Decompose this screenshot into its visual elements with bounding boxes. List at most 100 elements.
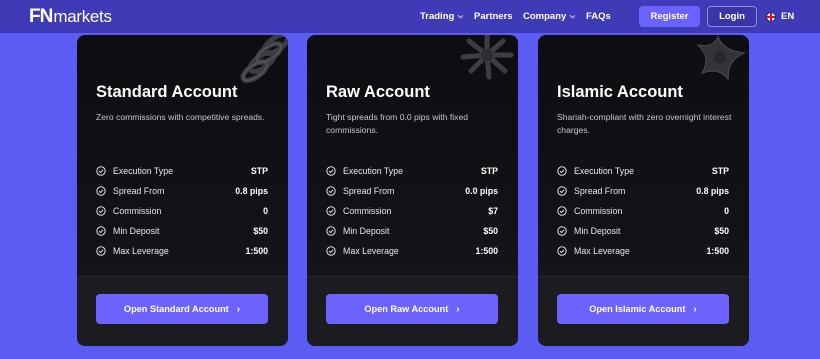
feature-value: STP xyxy=(250,166,268,176)
feature-label: Execution Type xyxy=(113,166,173,176)
feature-label: Commission xyxy=(343,206,392,216)
feature-label: Execution Type xyxy=(343,166,403,176)
chevron-down-icon xyxy=(456,12,465,21)
feature-list: Execution Type STP Spread From 0.0 pips … xyxy=(326,161,498,261)
check-circle-icon xyxy=(557,226,567,236)
card-description: Zero commissions with competitive spread… xyxy=(96,112,265,122)
feature-label: Commission xyxy=(574,206,623,216)
open-islamic-account-button[interactable]: Open Islamic Account › xyxy=(557,294,729,324)
card-body: Standard Account Zero commissions with c… xyxy=(77,35,288,276)
feature-row: Min Deposit $50 xyxy=(326,221,498,241)
nav-partners-label: Partners xyxy=(474,11,513,22)
chevron-down-icon xyxy=(568,12,577,21)
card-description: Tight spreads from 0.0 pips with fixed c… xyxy=(326,112,469,135)
check-circle-icon xyxy=(96,226,106,236)
check-circle-icon xyxy=(326,226,336,236)
feature-value: 0.8 pips xyxy=(696,186,729,196)
feature-value: STP xyxy=(480,166,498,176)
feature-value: $50 xyxy=(483,226,498,236)
feature-row: Execution Type STP xyxy=(96,161,268,181)
feature-label: Spread From xyxy=(343,186,395,196)
feature-label: Commission xyxy=(113,206,162,216)
language-selector[interactable]: EN xyxy=(766,0,794,33)
feature-value: 1:500 xyxy=(475,246,499,256)
feature-label: Max Leverage xyxy=(574,246,630,256)
feature-row: Min Deposit $50 xyxy=(96,221,268,241)
login-button[interactable]: Login xyxy=(707,6,757,27)
chevron-right-icon: › xyxy=(236,303,241,315)
feature-list: Execution Type STP Spread From 0.8 pips … xyxy=(96,161,268,261)
card-title: Islamic Account xyxy=(557,83,683,101)
check-circle-icon xyxy=(96,246,106,256)
feature-row: Execution Type STP xyxy=(326,161,498,181)
spring-coil-icon xyxy=(240,35,288,83)
check-circle-icon xyxy=(96,166,106,176)
button-label: Open Islamic Account xyxy=(589,304,686,314)
open-raw-account-button[interactable]: Open Raw Account › xyxy=(326,294,498,324)
feature-label: Min Deposit xyxy=(574,226,621,236)
card-footer: Open Raw Account › xyxy=(307,277,518,346)
feature-value: 0.0 pips xyxy=(465,186,498,196)
check-circle-icon xyxy=(557,246,567,256)
feature-list: Execution Type STP Spread From 0.8 pips … xyxy=(557,161,729,261)
feature-value: $50 xyxy=(253,226,268,236)
chevron-right-icon: › xyxy=(693,303,697,315)
feature-label: Max Leverage xyxy=(113,246,169,256)
feature-value: 1:500 xyxy=(245,246,269,256)
feature-value: $7 xyxy=(488,206,498,216)
check-circle-icon xyxy=(326,166,336,176)
feature-row: Max Leverage 1:500 xyxy=(96,241,268,261)
uk-flag-icon xyxy=(766,11,776,22)
feature-value: 0 xyxy=(263,206,268,216)
card-title: Standard Account xyxy=(96,83,238,101)
nav-item-partners[interactable]: Partners xyxy=(474,0,513,33)
register-button[interactable]: Register xyxy=(639,6,700,27)
feature-value: STP xyxy=(711,166,729,176)
card-title: Raw Account xyxy=(326,83,430,101)
account-card-standard: Standard Account Zero commissions with c… xyxy=(77,35,288,346)
feature-row: Spread From 0.8 pips xyxy=(557,181,729,201)
button-label: Open Standard Account xyxy=(123,304,229,314)
logo-fn-text: FN xyxy=(29,5,53,27)
top-navbar: FN markets Trading Partners Company FAQs … xyxy=(0,0,820,33)
nav-item-company[interactable]: Company xyxy=(523,0,577,33)
account-card-raw: Raw Account Tight spreads from 0.0 pips … xyxy=(307,35,518,346)
feature-label: Max Leverage xyxy=(343,246,399,256)
check-circle-icon xyxy=(96,206,106,216)
feature-value: 1:500 xyxy=(706,246,730,256)
feature-row: Execution Type STP xyxy=(557,161,729,181)
feature-label: Min Deposit xyxy=(343,226,390,236)
feature-value: 0.8 pips xyxy=(235,186,268,196)
feature-label: Spread From xyxy=(113,186,165,196)
nav-faqs-label: FAQs xyxy=(586,11,611,22)
star-shape-icon xyxy=(696,35,746,81)
card-body: Raw Account Tight spreads from 0.0 pips … xyxy=(307,35,518,276)
card-footer: Open Islamic Account › xyxy=(538,277,749,346)
feature-label: Spread From xyxy=(574,186,626,196)
feature-row: Spread From 0.0 pips xyxy=(326,181,498,201)
check-circle-icon xyxy=(326,206,336,216)
nav-company-label: Company xyxy=(523,11,567,22)
open-standard-account-button[interactable]: Open Standard Account › xyxy=(96,294,268,324)
feature-row: Commission 0 xyxy=(557,201,729,221)
feature-value: $50 xyxy=(714,226,729,236)
account-card-islamic: Islamic Account Shariah-compliant with z… xyxy=(538,35,749,346)
logo-markets-text: markets xyxy=(53,6,112,26)
starburst-icon xyxy=(460,35,514,80)
feature-label: Execution Type xyxy=(574,166,634,176)
language-label: EN xyxy=(781,11,795,22)
check-circle-icon xyxy=(557,186,567,196)
nav-item-trading[interactable]: Trading xyxy=(420,0,465,33)
card-body: Islamic Account Shariah-compliant with z… xyxy=(538,35,749,276)
chevron-right-icon: › xyxy=(456,303,460,315)
fnmarkets-logo[interactable]: FN markets xyxy=(29,5,112,27)
check-circle-icon xyxy=(557,206,567,216)
nav-item-faqs[interactable]: FAQs xyxy=(586,0,611,33)
feature-row: Min Deposit $50 xyxy=(557,221,729,241)
feature-value: 0 xyxy=(724,206,729,216)
button-label: Open Raw Account xyxy=(364,304,449,314)
nav-trading-label: Trading xyxy=(420,11,455,22)
check-circle-icon xyxy=(326,246,336,256)
check-circle-icon xyxy=(326,186,336,196)
feature-row: Spread From 0.8 pips xyxy=(96,181,268,201)
